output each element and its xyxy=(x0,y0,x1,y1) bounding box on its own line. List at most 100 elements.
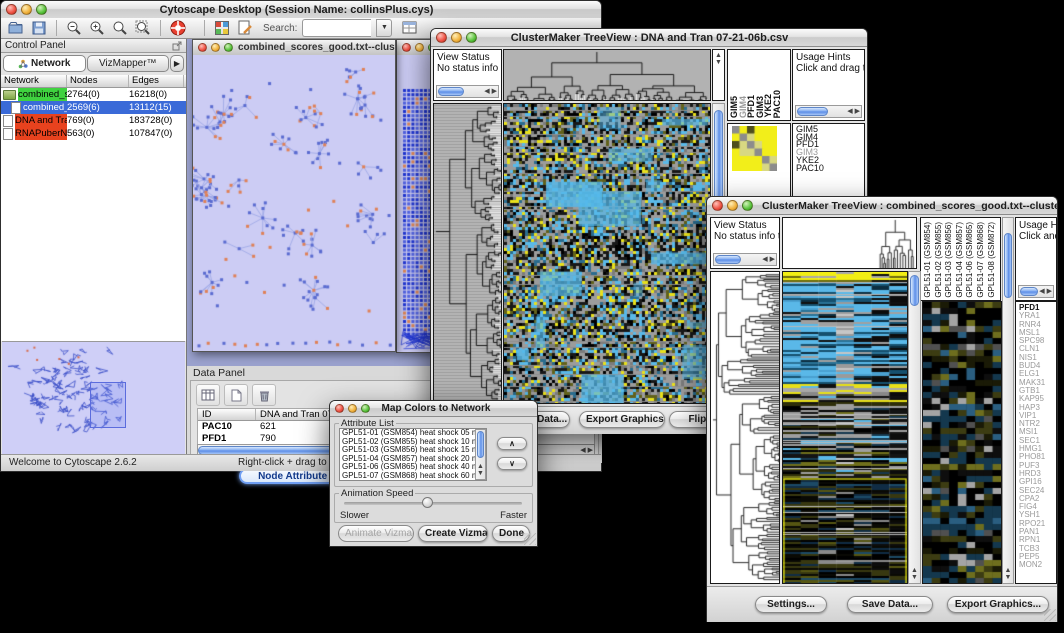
network-column-header[interactable]: Edges xyxy=(129,75,184,87)
tv2-heatmap[interactable] xyxy=(782,271,908,584)
scroll-arrows[interactable]: ◀ ▶ xyxy=(1039,288,1052,295)
tv1-heatmap-canvas[interactable] xyxy=(504,104,710,403)
close-icon[interactable] xyxy=(198,43,207,52)
array-label[interactable]: GPL51-01 (GSM854) xyxy=(923,222,934,298)
zoom-window-icon[interactable] xyxy=(224,43,233,52)
scrollbar-thumb[interactable] xyxy=(438,87,464,96)
scrollbar-thumb[interactable] xyxy=(1004,233,1012,299)
minimize-icon[interactable] xyxy=(348,404,357,413)
attribute-list-item[interactable]: GPL51-07 (GSM868) heat shock 60 min xyxy=(342,472,486,481)
export-graphics-button[interactable]: Export Graphics... xyxy=(947,596,1049,613)
array-label[interactable]: GPL51-07 (GSM868) xyxy=(976,222,987,298)
tv1-row-dendrogram[interactable] xyxy=(433,103,502,404)
zoom-window-icon[interactable] xyxy=(361,404,370,413)
animation-speed-slider-track[interactable] xyxy=(344,502,522,505)
scrollbar-thumb[interactable] xyxy=(797,107,828,116)
network-table-row[interactable]: DNA and Tran 07769(0)183728(0) xyxy=(1,114,186,127)
network-column-header[interactable]: Network xyxy=(1,75,67,87)
close-icon[interactable] xyxy=(6,4,17,15)
tv2-row-dendrogram-canvas[interactable] xyxy=(711,272,779,583)
resize-grip[interactable] xyxy=(524,533,536,545)
tv2-column-dendrogram-canvas[interactable] xyxy=(783,218,916,268)
settings-button[interactable]: Settings... xyxy=(755,596,827,613)
export-graphics-button[interactable]: Export Graphics... xyxy=(579,411,665,428)
network-name-cell[interactable]: DNA and Tran 07 xyxy=(1,114,67,127)
gene-label[interactable]: PAC10 xyxy=(796,165,864,173)
animate-vizmap-button[interactable]: Animate Vizmap xyxy=(338,525,414,542)
scrollbar-thumb[interactable] xyxy=(715,255,741,264)
tv1-column-dendrogram-canvas[interactable] xyxy=(504,50,710,100)
tab-network[interactable]: Network xyxy=(3,55,86,72)
map-colors-dialog[interactable]: Map Colors to Network Attribute List GPL… xyxy=(329,400,538,547)
float-panel-icon[interactable] xyxy=(172,41,182,51)
minimize-icon[interactable] xyxy=(415,43,424,52)
tv1-row-dendrogram-canvas[interactable] xyxy=(434,104,501,403)
array-label[interactable]: GPL51-06 (GSM865) xyxy=(965,222,976,298)
scrollbar-thumb[interactable] xyxy=(477,431,484,458)
network-column-header[interactable]: Nodes xyxy=(67,75,129,87)
birdseye-viewport-rect[interactable] xyxy=(90,382,126,428)
tv2-hints-hscrollbar[interactable]: ◀ ▶ xyxy=(1018,285,1054,298)
minimize-icon[interactable] xyxy=(211,43,220,52)
close-icon[interactable] xyxy=(712,200,723,211)
treeview2-window[interactable]: ClusterMaker TreeView : combined_scores_… xyxy=(706,196,1058,622)
create-vizmap-button[interactable]: Create Vizmap xyxy=(418,525,488,542)
tv2-row-dendrogram[interactable] xyxy=(710,271,780,584)
zoom-window-icon[interactable] xyxy=(36,4,47,15)
network-table-row[interactable]: combined_sco2569(6)13112(15) xyxy=(1,101,186,114)
window-controls[interactable] xyxy=(1,4,52,15)
tv2-column-dendrogram[interactable] xyxy=(782,217,917,269)
scroll-arrows[interactable]: ▲▼ xyxy=(909,567,920,581)
scroll-arrows[interactable]: ▲▼ xyxy=(476,463,485,477)
tv1-hints-hscrollbar[interactable]: ◀ ▶ xyxy=(795,105,862,118)
gene-label[interactable]: MON2 xyxy=(1019,561,1056,569)
scrollbar-thumb[interactable] xyxy=(910,275,919,306)
array-label[interactable]: PAC10 xyxy=(773,90,782,118)
close-icon[interactable] xyxy=(436,32,447,43)
tv1-heatmap[interactable] xyxy=(503,103,711,404)
minimize-icon[interactable] xyxy=(727,200,738,211)
tv1-status-hscrollbar[interactable]: ◀ ▶ xyxy=(436,85,499,98)
vizmapper-palette-icon[interactable] xyxy=(213,19,231,37)
tv2-zoom-canvas[interactable] xyxy=(923,302,1001,583)
attribute-column-header[interactable]: ID xyxy=(198,409,256,420)
close-icon[interactable] xyxy=(402,43,411,52)
main-titlebar[interactable]: Cytoscape Desktop (Session Name: collins… xyxy=(1,1,601,19)
tv1-column-dendrogram[interactable] xyxy=(503,49,711,101)
zoom-out-icon[interactable] xyxy=(65,19,83,37)
network-view-window[interactable]: combined_scores_good.txt--cluste... xyxy=(192,39,396,352)
scroll-arrows[interactable]: ◀ ▶ xyxy=(762,256,775,263)
new-attribute-icon[interactable] xyxy=(224,384,248,406)
open-folder-icon[interactable] xyxy=(7,19,25,37)
save-data-button[interactable]: Save Data... xyxy=(847,596,933,613)
dialog-titlebar[interactable]: Map Colors to Network xyxy=(330,401,537,417)
array-label[interactable]: GPL51-08 (GSM872) xyxy=(987,222,998,298)
tab-overflow-button[interactable]: ▶ xyxy=(170,55,184,72)
tv2-status-hscrollbar[interactable]: ◀ ▶ xyxy=(713,253,777,266)
network-table-row[interactable]: combined_scores2764(0)16218(0) xyxy=(1,88,186,101)
tv1-similarity-matrix-canvas[interactable] xyxy=(732,126,777,171)
search-dropdown-icon[interactable]: ▼ xyxy=(376,19,392,37)
scroll-arrows[interactable]: ▲▼ xyxy=(1003,567,1013,581)
annotation-icon[interactable] xyxy=(236,19,254,37)
network-view-titlebar[interactable]: combined_scores_good.txt--cluste... xyxy=(193,40,395,56)
zoom-in-icon[interactable] xyxy=(88,19,106,37)
zoom-window-icon[interactable] xyxy=(742,200,753,211)
attribute-browser-icon[interactable] xyxy=(401,19,419,37)
save-icon[interactable] xyxy=(30,19,48,37)
minimize-icon[interactable] xyxy=(21,4,32,15)
minimize-icon[interactable] xyxy=(451,32,462,43)
array-label[interactable]: GPL51-04 (GSM857) xyxy=(955,222,966,298)
close-icon[interactable] xyxy=(335,404,344,413)
delete-attribute-icon[interactable] xyxy=(252,384,276,406)
treeview2-titlebar[interactable]: ClusterMaker TreeView : combined_scores_… xyxy=(707,197,1057,215)
tab-vizmapper[interactable]: VizMapper™ xyxy=(87,55,170,72)
birdseye-view[interactable] xyxy=(2,341,185,456)
tv2-heatmap-vscrollbar[interactable]: ▲▼ xyxy=(908,271,921,584)
help-lifering-icon[interactable] xyxy=(169,19,187,37)
scroll-arrows[interactable]: ◀ ▶ xyxy=(847,108,860,115)
treeview1-titlebar[interactable]: ClusterMaker TreeView : DNA and Tran 07-… xyxy=(431,29,867,47)
array-label[interactable]: GPL51-02 (GSM855) xyxy=(934,222,945,298)
move-down-button[interactable]: ∨ xyxy=(497,457,527,470)
zoom-fit-icon[interactable] xyxy=(134,19,152,37)
